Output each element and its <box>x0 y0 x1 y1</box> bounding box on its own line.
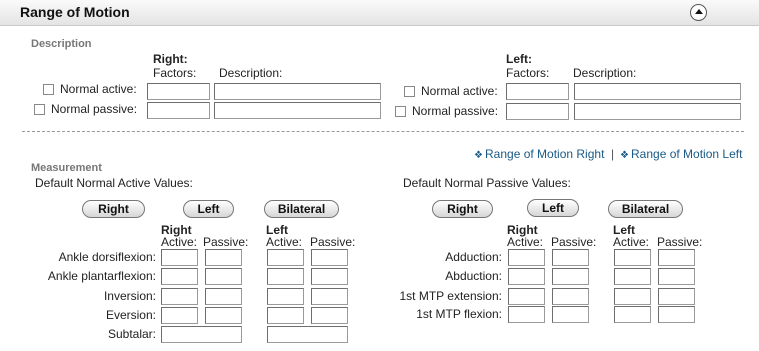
passive-col-left-active-label: Active: <box>613 235 650 249</box>
adduction-left-passive-field[interactable] <box>658 249 695 266</box>
range-of-motion-left-link[interactable]: Range of Motion Left <box>631 147 742 161</box>
links-separator: | <box>611 147 615 161</box>
abduction-left-active-field[interactable] <box>614 268 651 285</box>
description-left-factors-label: Factors: <box>506 66 550 80</box>
ankle-plantarflexion-left-active-field[interactable] <box>267 268 304 285</box>
measurement-section-label: Measurement <box>31 162 102 174</box>
active-bilateral-button[interactable]: Bilateral <box>264 200 339 218</box>
ankle-dorsiflexion-left-active-field[interactable] <box>267 249 304 266</box>
first-mtp-extension-right-active-field[interactable] <box>508 288 545 305</box>
right-normal-passive-description-field[interactable] <box>214 102 381 119</box>
description-section-label: Description <box>31 38 92 50</box>
ankle-plantarflexion-right-passive-field[interactable] <box>205 268 242 285</box>
active-col-right-active-label: Active: <box>161 235 198 249</box>
ankle-dorsiflexion-right-passive-field[interactable] <box>205 249 242 266</box>
right-normal-passive-label: Normal passive: <box>51 102 138 116</box>
passive-col-right-active-label: Active: <box>507 235 544 249</box>
description-right-factors-label: Factors: <box>153 66 197 80</box>
subtalar-right-field[interactable] <box>161 326 242 343</box>
default-passive-values-label: Default Normal Passive Values: <box>403 176 571 190</box>
subtalar-left-field[interactable] <box>267 326 348 343</box>
eversion-right-active-field[interactable] <box>161 307 198 324</box>
description-right-description-label: Description: <box>219 66 283 80</box>
panel-title: Range of Motion <box>20 4 130 20</box>
left-normal-active-factors-field[interactable] <box>506 83 569 100</box>
abduction-label: Abduction: <box>445 269 502 283</box>
left-normal-passive-label: Normal passive: <box>412 104 499 118</box>
first-mtp-flexion-right-active-field[interactable] <box>508 306 545 323</box>
arrow-icon: ❖ <box>474 150 483 161</box>
eversion-label: Eversion: <box>105 308 156 322</box>
abduction-right-active-field[interactable] <box>508 268 545 285</box>
default-active-values-label: Default Normal Active Values: <box>35 176 193 190</box>
range-of-motion-right-link[interactable]: Range of Motion Right <box>485 147 604 161</box>
active-col-left-active-label: Active: <box>266 235 303 249</box>
arrow-icon: ❖ <box>620 150 629 161</box>
first-mtp-flexion-right-passive-field[interactable] <box>552 306 589 323</box>
subtalar-label: Subtalar: <box>107 327 156 341</box>
first-mtp-flexion-left-passive-field[interactable] <box>658 306 695 323</box>
right-normal-active-description-field[interactable] <box>214 83 381 100</box>
passive-col-left-passive-label: Passive: <box>657 235 703 249</box>
active-left-button[interactable]: Left <box>183 200 234 218</box>
collapse-icon[interactable] <box>690 4 707 21</box>
ankle-dorsiflexion-left-passive-field[interactable] <box>311 249 348 266</box>
first-mtp-extension-left-passive-field[interactable] <box>658 288 695 305</box>
inversion-right-passive-field[interactable] <box>205 288 242 305</box>
adduction-label: Adduction: <box>445 250 502 264</box>
passive-bilateral-button[interactable]: Bilateral <box>608 200 683 218</box>
inversion-label: Inversion: <box>103 289 156 303</box>
left-normal-passive-description-field[interactable] <box>574 103 741 120</box>
passive-left-button[interactable]: Left <box>527 199 579 217</box>
first-mtp-extension-left-active-field[interactable] <box>614 288 651 305</box>
left-normal-active-description-field[interactable] <box>574 83 741 100</box>
ankle-plantarflexion-left-passive-field[interactable] <box>311 268 348 285</box>
ankle-plantarflexion-right-active-field[interactable] <box>161 268 198 285</box>
abduction-right-passive-field[interactable] <box>552 268 589 285</box>
adduction-left-active-field[interactable] <box>614 249 651 266</box>
first-mtp-flexion-label: 1st MTP flexion: <box>416 307 502 321</box>
panel-header: Range of Motion <box>0 0 759 26</box>
left-normal-active-checkbox[interactable] <box>404 86 415 97</box>
ankle-plantarflexion-label: Ankle plantarflexion: <box>47 269 156 283</box>
inversion-left-passive-field[interactable] <box>311 288 348 305</box>
right-normal-active-factors-field[interactable] <box>147 83 210 100</box>
active-col-right-passive-label: Passive: <box>203 235 249 249</box>
passive-right-button[interactable]: Right <box>432 200 493 218</box>
passive-col-right-passive-label: Passive: <box>551 235 597 249</box>
active-col-left-passive-label: Passive: <box>310 235 356 249</box>
eversion-left-active-field[interactable] <box>267 307 304 324</box>
left-normal-passive-factors-field[interactable] <box>506 103 569 120</box>
description-right-heading: Right: <box>153 52 188 66</box>
right-normal-passive-checkbox[interactable] <box>34 104 45 115</box>
adduction-right-active-field[interactable] <box>508 249 545 266</box>
description-left-heading: Left: <box>506 52 532 66</box>
first-mtp-flexion-left-active-field[interactable] <box>614 306 651 323</box>
description-left-description-label: Description: <box>573 66 637 80</box>
right-normal-active-label: Normal active: <box>60 82 137 96</box>
eversion-right-passive-field[interactable] <box>205 307 242 324</box>
left-normal-active-label: Normal active: <box>421 84 498 98</box>
active-right-button[interactable]: Right <box>82 200 145 218</box>
adduction-right-passive-field[interactable] <box>552 249 589 266</box>
ankle-dorsiflexion-right-active-field[interactable] <box>161 249 198 266</box>
eversion-left-passive-field[interactable] <box>311 307 348 324</box>
first-mtp-extension-right-passive-field[interactable] <box>552 288 589 305</box>
right-normal-active-checkbox[interactable] <box>43 84 54 95</box>
first-mtp-extension-label: 1st MTP extension: <box>399 289 503 303</box>
right-normal-passive-factors-field[interactable] <box>147 102 210 119</box>
section-divider <box>22 131 744 132</box>
inversion-left-active-field[interactable] <box>267 288 304 305</box>
inversion-right-active-field[interactable] <box>161 288 198 305</box>
left-normal-passive-checkbox[interactable] <box>395 106 406 117</box>
abduction-left-passive-field[interactable] <box>658 268 695 285</box>
ankle-dorsiflexion-label: Ankle dorsiflexion: <box>58 250 156 264</box>
